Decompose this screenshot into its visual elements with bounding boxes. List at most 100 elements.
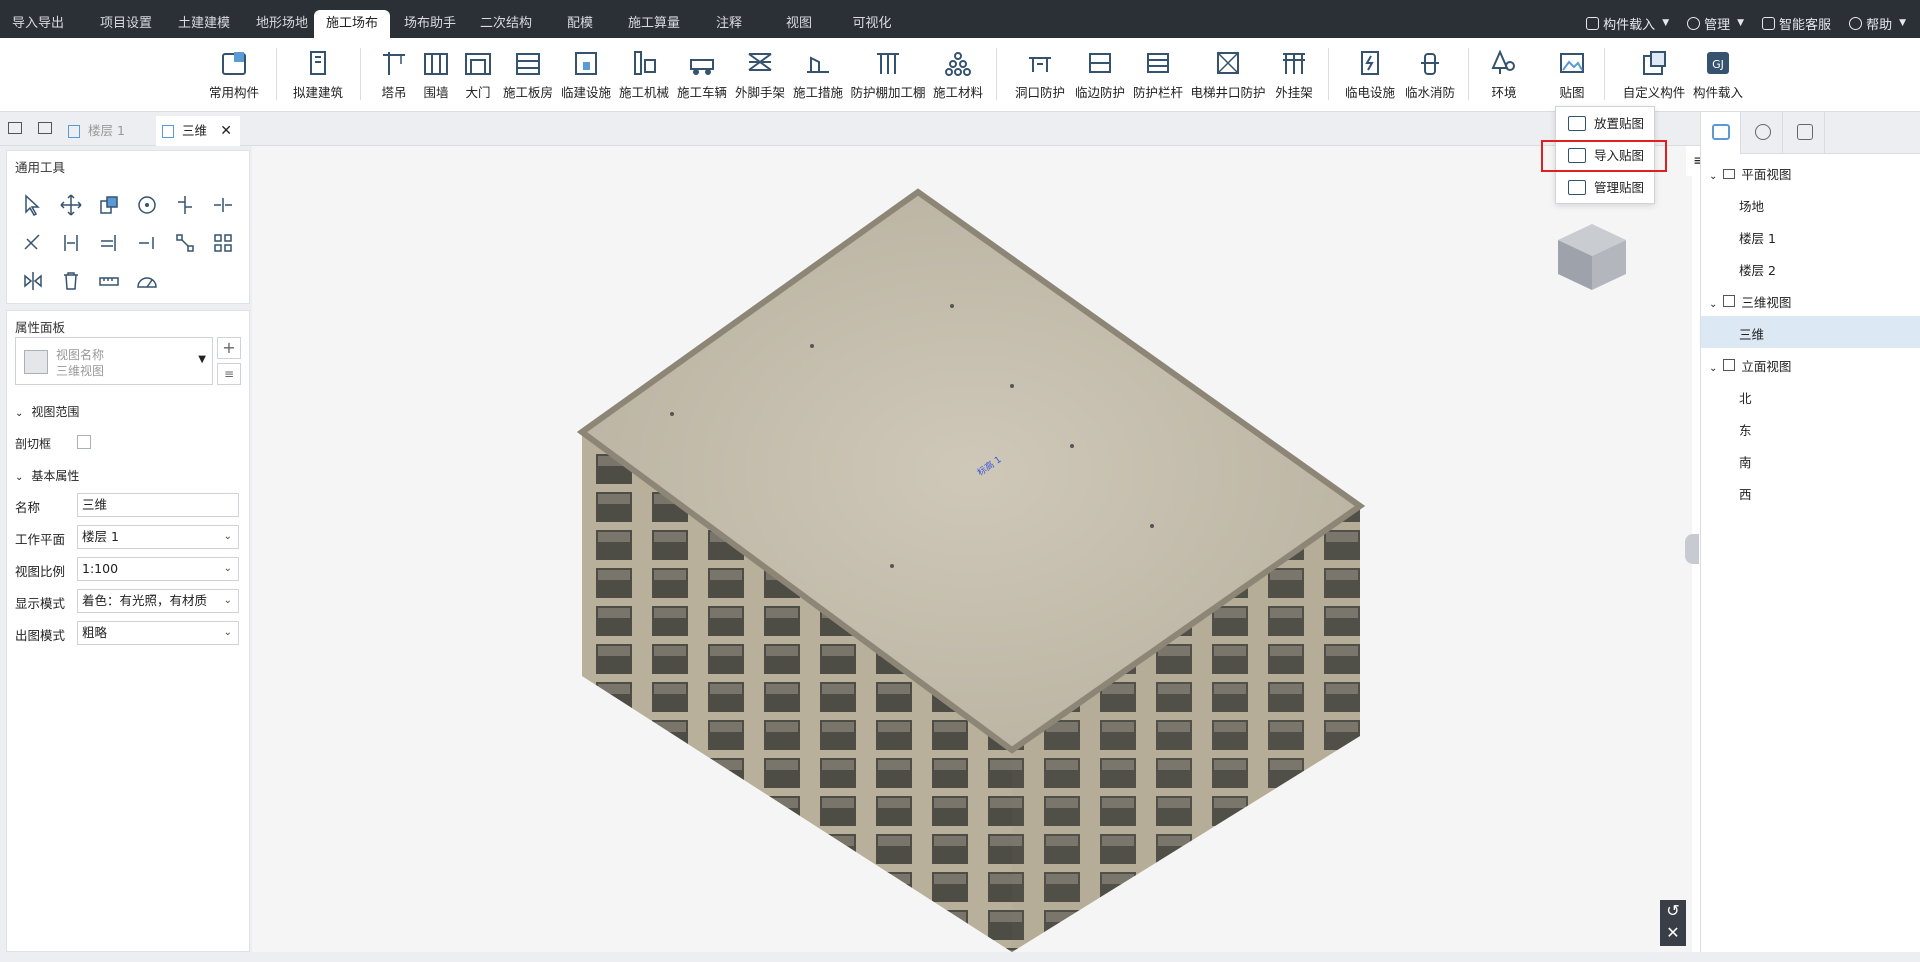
tab-terrain-site[interactable]: 地形场地 [246, 10, 318, 38]
array-icon[interactable] [209, 229, 237, 257]
opening-protection-button[interactable]: 洞口防护 [1012, 48, 1068, 101]
align-icon[interactable] [171, 191, 199, 219]
connect-icon[interactable] [171, 229, 199, 257]
tree-item-west[interactable]: 西 [1739, 484, 1752, 503]
break-icon[interactable] [133, 229, 161, 257]
tab-civil-modeling[interactable]: 土建建模 [168, 10, 240, 38]
common-components-button[interactable]: 常用构件 [206, 48, 262, 101]
planned-building-button[interactable]: 拟建建筑 [290, 48, 346, 101]
close-icon[interactable]: ✕ [220, 116, 232, 146]
manage-menu[interactable]: 管理 ▼ [1687, 14, 1744, 33]
tree-label: 三维视图 [1741, 295, 1792, 310]
3d-viewport[interactable]: 标高 1 ↺ ✕ ≡ [252, 146, 1712, 952]
tab-annotation[interactable]: 注释 [704, 10, 754, 38]
tower-crane-button[interactable]: 塔吊 [376, 48, 412, 101]
temp-electric-button[interactable]: 临电设施 [1342, 48, 1398, 101]
view-range-section[interactable]: ⌄ 视图范围 [15, 403, 79, 420]
view-type-selector[interactable]: 视图名称 三维视图 ▼ [15, 337, 213, 385]
elevator-shaft-protection-button[interactable]: 电梯井口防护 [1188, 48, 1268, 101]
tab-view[interactable]: 视图 [774, 10, 824, 38]
guardrail-button[interactable]: 防护栏杆 [1130, 48, 1186, 101]
service-button[interactable]: 智能客服 [1762, 14, 1831, 33]
scaffold-button[interactable]: 外脚手架 [734, 48, 786, 101]
name-field[interactable]: 三维 [77, 493, 239, 517]
tree-item-south[interactable]: 南 [1739, 452, 1752, 471]
tree-item-floor-2[interactable]: 楼层 2 [1739, 260, 1776, 279]
construction-measures-button[interactable]: 施工措施 [792, 48, 844, 101]
extend-icon[interactable] [95, 229, 123, 257]
tile-icon[interactable] [38, 122, 52, 134]
site-office-button[interactable]: 施工板房 [502, 48, 554, 101]
fire-water-button[interactable]: 临水消防 [1402, 48, 1458, 101]
tab-secondary-structure[interactable]: 二次结构 [470, 10, 542, 38]
tree-item-north[interactable]: 北 [1739, 388, 1752, 407]
copy-icon[interactable] [95, 191, 123, 219]
select-icon[interactable] [19, 191, 47, 219]
tab-components[interactable] [1785, 112, 1825, 154]
tab-project-settings[interactable]: 项目设置 [90, 10, 162, 38]
tab-visibility[interactable] [1743, 112, 1783, 154]
tree-elevation-view[interactable]: ⌄ 立面视图 [1709, 356, 1791, 375]
environment-button[interactable]: 环境 [1484, 48, 1524, 101]
construction-materials-button[interactable]: 施工材料 [932, 48, 984, 101]
component-load-button[interactable]: GJ 构件载入 [1690, 48, 1746, 101]
ribbon-label: 贴图 [1559, 85, 1585, 100]
tab-views[interactable] [1701, 112, 1741, 154]
tab-3d[interactable]: 三维 ✕ [156, 116, 240, 146]
edge-protection-button[interactable]: 临边防护 [1072, 48, 1128, 101]
section-box-checkbox[interactable] [77, 435, 91, 449]
help-menu[interactable]: 帮助 ▼ [1849, 14, 1906, 33]
mirror-icon[interactable] [19, 267, 47, 295]
temp-facility-button[interactable]: 临建设施 [560, 48, 612, 101]
reset-view-icon[interactable]: ↺ [1660, 900, 1686, 922]
close-icon[interactable]: ✕ [1660, 922, 1686, 944]
tab-site-layout[interactable]: 施工场布 [314, 10, 390, 38]
construction-vehicle-button[interactable]: 施工车辆 [676, 48, 728, 101]
display-mode-select[interactable]: 着色：有光照，有材质 ⌄ [77, 589, 239, 613]
trim-icon[interactable] [19, 229, 47, 257]
rotate-icon[interactable] [133, 191, 161, 219]
split-icon[interactable] [57, 229, 85, 257]
building-model[interactable]: 标高 1 [252, 146, 1692, 952]
gate-button[interactable]: 大门 [460, 48, 496, 101]
tree-item-floor-1[interactable]: 楼层 1 [1739, 228, 1776, 247]
tree-item-site[interactable]: 场地 [1739, 196, 1764, 215]
output-mode-select[interactable]: 粗略 ⌄ [77, 621, 239, 645]
move-icon[interactable] [57, 191, 85, 219]
offset-icon[interactable] [209, 191, 237, 219]
tab-visualization[interactable]: 可视化 [842, 10, 902, 38]
hanging-frame-button[interactable]: 外挂架 [1270, 48, 1318, 101]
construction-machinery-button[interactable]: 施工机械 [618, 48, 670, 101]
tab-floor-1[interactable]: 楼层 1 [62, 116, 156, 146]
fence-button[interactable]: 围墙 [418, 48, 454, 101]
add-view-button[interactable]: + [217, 337, 241, 359]
prop-value: 粗略 [82, 625, 108, 640]
place-texture-item[interactable]: 放置贴图 [1556, 109, 1654, 139]
scale-select[interactable]: 1:100 ⌄ [77, 557, 239, 581]
protective-shed-button[interactable]: 防护棚加工棚 [850, 48, 926, 101]
texture-button[interactable]: 贴图 [1552, 48, 1592, 101]
tab-formwork[interactable]: 配模 [552, 10, 608, 38]
window-icon[interactable] [8, 122, 22, 134]
component-load-menu[interactable]: 构件载入 ▼ [1586, 14, 1669, 33]
tab-layout-assistant[interactable]: 场布助手 [394, 10, 466, 38]
manage-texture-item[interactable]: 管理贴图 [1556, 173, 1654, 203]
basic-props-section[interactable]: ⌄ 基本属性 [15, 467, 79, 484]
delete-icon[interactable] [57, 267, 85, 295]
tab-import-export[interactable]: 导入导出 [4, 10, 72, 38]
angle-measure-icon[interactable] [133, 267, 161, 295]
tree-item-east[interactable]: 东 [1739, 420, 1752, 439]
edit-view-button[interactable]: ≡ [217, 363, 241, 385]
tree-3d-view[interactable]: ⌄ 三维视图 [1709, 292, 1791, 311]
collapse-right-panel-handle[interactable] [1685, 534, 1699, 564]
ribbon-divider [1468, 48, 1469, 100]
import-texture-item[interactable]: 导入贴图 [1541, 140, 1667, 172]
workplane-select[interactable]: 楼层 1 ⌄ [77, 525, 239, 549]
tab-quantity[interactable]: 施工算量 [614, 10, 694, 38]
view-cube[interactable] [1550, 216, 1634, 296]
tree-item-3d[interactable]: 三维 [1739, 324, 1764, 343]
custom-component-button[interactable]: 自定义构件 [1620, 48, 1688, 101]
measure-icon[interactable] [95, 267, 123, 295]
tree-plan-view[interactable]: ⌄ 平面视图 [1709, 164, 1791, 183]
prop-label: 出图模式 [15, 628, 66, 643]
